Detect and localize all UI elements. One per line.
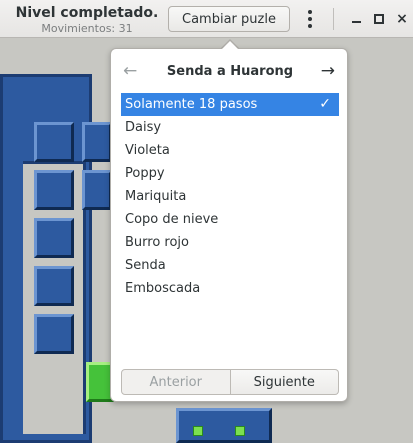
change-puzzle-button[interactable]: Cambiar puzle [168, 6, 290, 32]
puzzle-list: Solamente 18 pasos ✓ Daisy Violeta Poppy… [121, 93, 339, 300]
check-icon: ✓ [319, 96, 331, 112]
puzzle-tile[interactable] [34, 122, 74, 162]
window-title: Nivel completado. [15, 5, 159, 21]
list-item[interactable]: Senda [121, 254, 339, 277]
list-item[interactable]: Burro rojo [121, 231, 339, 254]
moves-counter: Movimientos: 31 [41, 22, 133, 35]
maximize-icon [374, 14, 384, 24]
puzzle-tile[interactable] [82, 122, 112, 162]
puzzle-list-item-selected[interactable]: Solamente 18 pasos ✓ [121, 93, 339, 116]
puzzle-block[interactable] [176, 408, 272, 443]
list-item-label: Solamente 18 pasos [125, 97, 258, 112]
list-item[interactable]: Mariquita [121, 185, 339, 208]
vertical-dots-icon[interactable] [300, 7, 320, 31]
list-item[interactable]: Poppy [121, 162, 339, 185]
puzzle-tile[interactable] [34, 170, 74, 210]
header-bar: Nivel completado. Movimientos: 31 Cambia… [0, 0, 413, 38]
arrow-right-icon[interactable]: → [321, 61, 335, 81]
puzzle-tile[interactable] [34, 314, 74, 354]
list-item[interactable]: Daisy [121, 116, 339, 139]
puzzle-tile[interactable] [34, 218, 74, 258]
close-icon: × [396, 11, 408, 27]
puzzle-tile[interactable] [34, 266, 74, 306]
close-button[interactable]: × [392, 9, 412, 29]
next-button[interactable]: Siguiente [230, 369, 339, 395]
puzzle-popover: ← Senda a Huarong → Solamente 18 pasos ✓… [110, 48, 348, 402]
popover-title: Senda a Huarong [166, 64, 294, 79]
previous-button[interactable]: Anterior [121, 369, 231, 395]
title-area: Nivel completado. Movimientos: 31 [12, 4, 162, 35]
minimize-icon [351, 21, 361, 23]
block-marker [235, 426, 245, 436]
header-separator [333, 8, 334, 30]
minimize-button[interactable] [346, 9, 366, 29]
puzzle-tile[interactable] [82, 170, 112, 210]
list-item[interactable]: Copo de nieve [121, 208, 339, 231]
list-item[interactable]: Violeta [121, 139, 339, 162]
maximize-button[interactable] [369, 9, 389, 29]
popover-nav-buttons: Anterior Siguiente [121, 369, 339, 395]
popover-header: ← Senda a Huarong → [111, 61, 349, 85]
popover-arrow-fill [221, 41, 239, 50]
block-marker [193, 426, 203, 436]
list-item[interactable]: Emboscada [121, 277, 339, 300]
